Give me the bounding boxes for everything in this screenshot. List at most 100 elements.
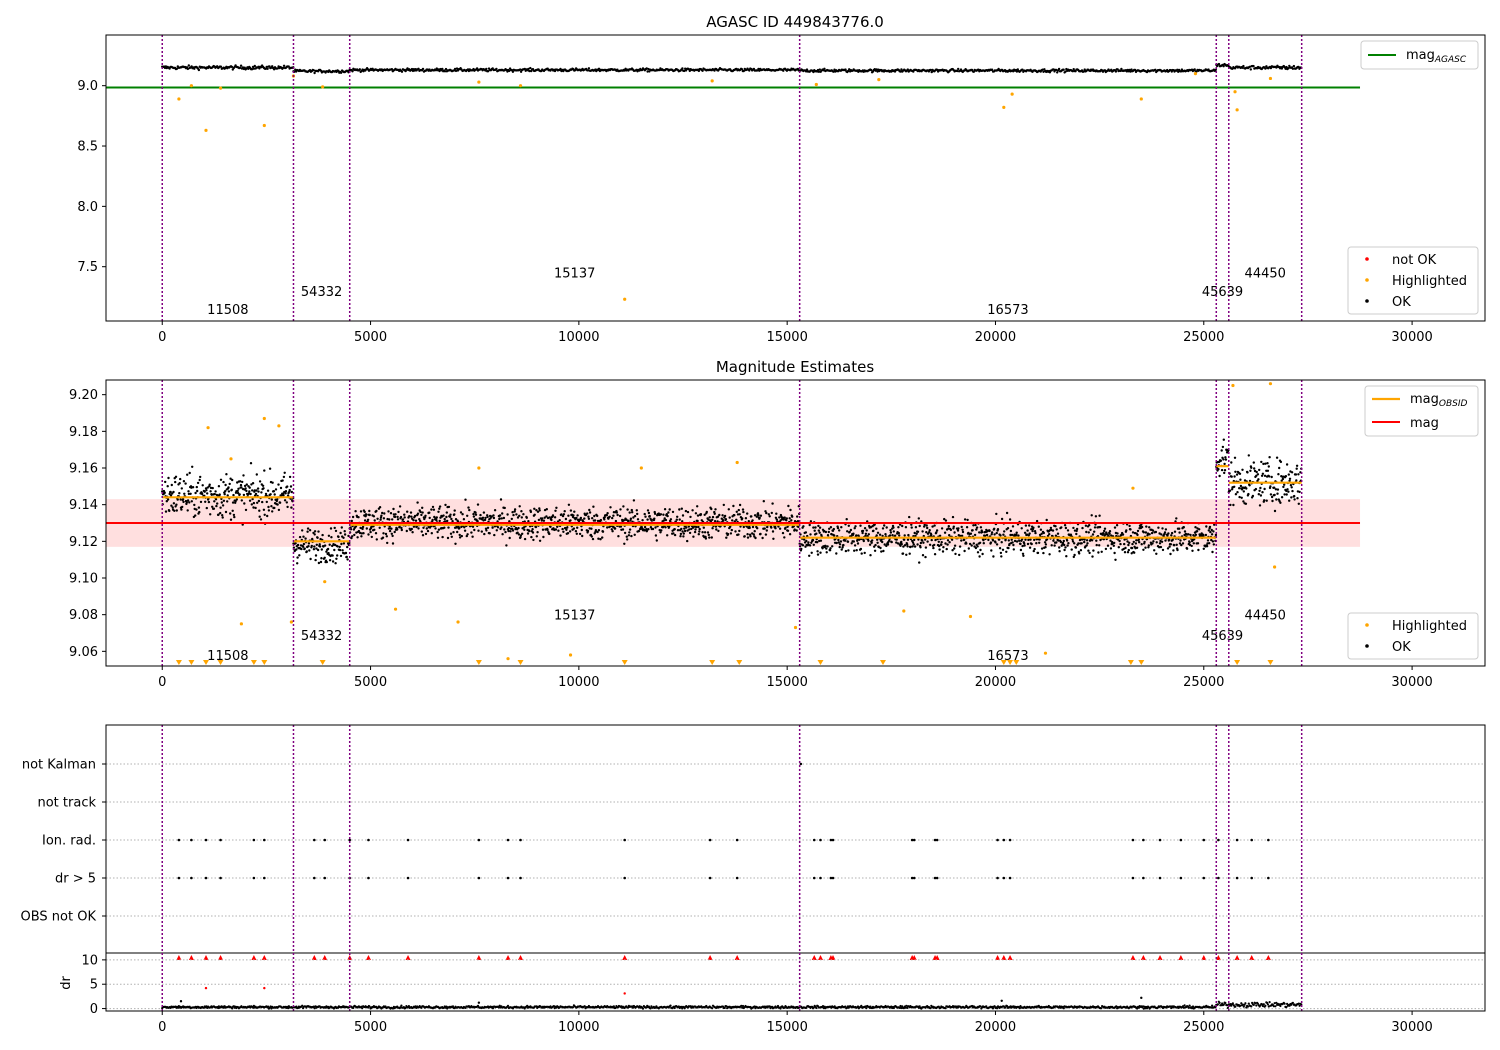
ok-point — [434, 527, 437, 530]
ok-point — [949, 528, 953, 532]
ok-point — [470, 531, 473, 534]
ok-point — [274, 488, 278, 491]
ok-point — [965, 526, 969, 529]
ok-point — [1247, 492, 1250, 496]
ok-point — [277, 483, 280, 486]
ok-point — [1056, 532, 1060, 535]
ok-point — [432, 508, 436, 511]
ok-point — [1161, 527, 1164, 530]
ok-point — [1021, 552, 1025, 555]
ok-point — [558, 519, 561, 522]
y-tick-label: 9.12 — [69, 535, 98, 550]
ok-point — [259, 518, 263, 521]
ok-point — [1085, 544, 1088, 547]
ok-point — [1031, 529, 1034, 533]
ok-point — [673, 528, 676, 531]
ok-point — [995, 512, 998, 516]
ok-point — [1191, 549, 1194, 552]
ok-point — [1074, 546, 1078, 549]
ok-point — [1249, 469, 1252, 472]
ok-point — [1175, 543, 1178, 546]
ok-point — [1296, 497, 1299, 500]
ok-point — [981, 552, 984, 556]
ok-point — [492, 514, 495, 517]
ok-point — [522, 513, 525, 516]
ok-point — [849, 528, 853, 532]
ok-point — [495, 67, 498, 71]
ok-point — [979, 548, 982, 552]
ok-point — [572, 514, 575, 517]
ok-point — [1145, 525, 1148, 528]
ok-point — [876, 541, 879, 544]
ok-point — [179, 477, 182, 481]
ok-point — [659, 513, 663, 516]
ok-point — [1268, 475, 1271, 478]
ok-point — [411, 531, 414, 534]
ok-point — [818, 531, 821, 534]
ok-point — [277, 508, 281, 512]
ok-point — [282, 64, 286, 68]
ok-point — [388, 518, 391, 521]
ok-point — [186, 473, 189, 476]
ok-point — [625, 535, 628, 538]
ion-rad-point — [935, 838, 939, 842]
ok-point — [922, 541, 925, 544]
ok-point — [911, 545, 914, 548]
ok-point — [763, 527, 766, 530]
ok-point — [825, 547, 828, 550]
ok-point — [660, 529, 663, 532]
ok-point — [768, 515, 771, 518]
ok-point — [1220, 468, 1224, 472]
ok-point — [957, 67, 960, 71]
x-tick-label: 0 — [158, 330, 166, 345]
ok-point — [420, 513, 423, 517]
ok-point — [334, 562, 337, 565]
ok-point — [1284, 475, 1288, 478]
ok-point — [532, 538, 535, 542]
ok-point — [290, 490, 293, 494]
ok-point — [320, 548, 323, 551]
ok-point — [838, 543, 842, 546]
ok-point — [436, 536, 440, 539]
ok-point — [335, 557, 338, 560]
ok-point — [276, 498, 279, 501]
ok-point — [1066, 529, 1070, 532]
ok-point — [829, 526, 833, 529]
ok-point — [403, 513, 406, 516]
ok-point — [1019, 542, 1022, 546]
ok-point — [328, 559, 332, 562]
ok-point — [1017, 534, 1020, 537]
ok-point — [945, 547, 948, 551]
ion-rad-point — [190, 838, 193, 842]
ok-point — [304, 537, 307, 540]
ok-point — [1042, 531, 1046, 535]
ok-point — [278, 501, 282, 504]
ok-point — [1007, 539, 1010, 542]
ok-point — [746, 512, 749, 515]
ok-point — [1170, 531, 1174, 535]
ok-point — [906, 545, 909, 548]
ok-point — [1026, 529, 1029, 532]
ok-point — [1179, 539, 1182, 542]
ok-point — [184, 482, 187, 485]
ok-point — [513, 510, 516, 513]
ok-point — [314, 558, 317, 562]
ok-point — [1098, 544, 1101, 547]
ok-point — [1224, 456, 1227, 459]
ok-point — [1079, 549, 1083, 552]
ion-rad-point — [263, 838, 266, 842]
ok-point — [597, 537, 600, 540]
ok-point — [971, 529, 974, 532]
ok-point — [1161, 548, 1165, 552]
ion-rad-point — [819, 838, 822, 842]
ok-point — [426, 529, 430, 533]
ok-point — [1148, 526, 1151, 529]
ok-point — [306, 530, 309, 533]
ok-point — [330, 536, 333, 539]
ok-point — [969, 532, 973, 535]
ok-point — [528, 529, 531, 533]
ok-point — [875, 534, 878, 537]
ok-point — [308, 549, 311, 552]
ok-point — [833, 534, 836, 537]
ok-point — [868, 543, 872, 546]
